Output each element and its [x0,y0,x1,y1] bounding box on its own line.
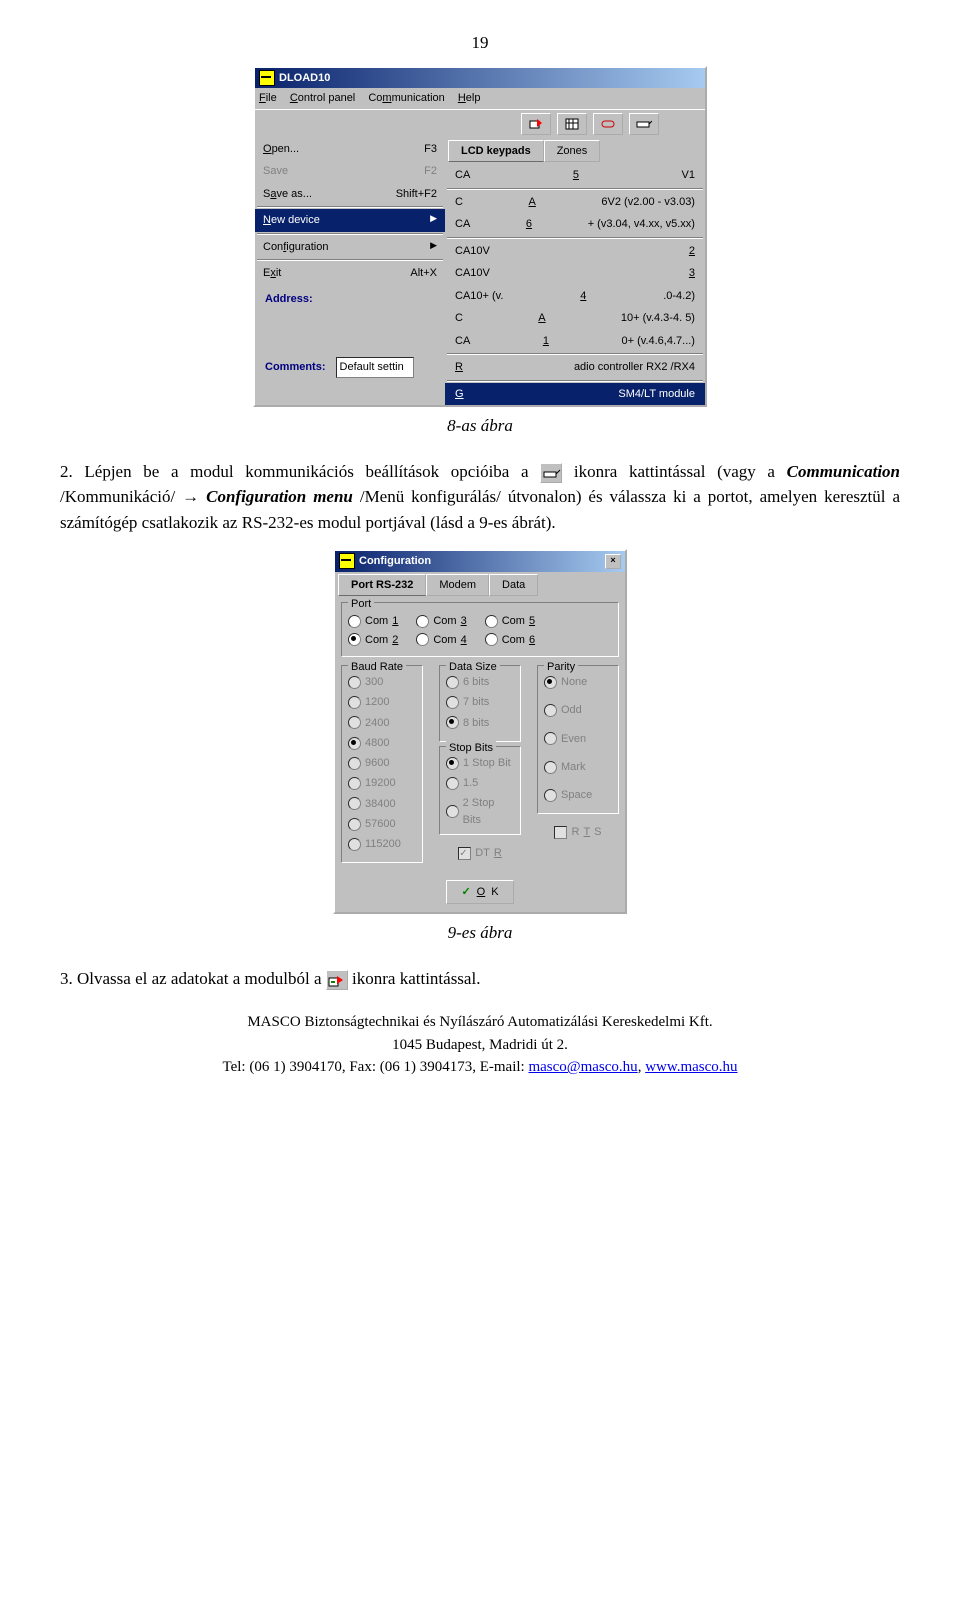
radio-9600: 9600 [348,755,389,772]
radio-com6[interactable]: Com 6 [485,632,535,649]
radio-19200: 19200 [348,775,396,792]
radio-57600: 57600 [348,816,396,833]
radio-115200: 115200 [348,836,401,853]
menu-file[interactable]: File [259,92,277,104]
radio-2400: 2400 [348,715,389,732]
dload10-window: DLOAD10 File Control panel Communication… [253,66,707,408]
radio-38400: 38400 [348,796,396,813]
radio-com3[interactable]: Com 3 [416,613,466,630]
submenu-ca10plus-43[interactable]: CA10+ (v.4.3-4. 5) [445,307,705,330]
titlebar-config: Configuration × [335,551,625,572]
stopbits-group: Stop Bits 1 Stop Bit 1.5 2 Stop Bits [439,746,521,836]
submenu-ca6plus[interactable]: CA6+ (v3.04, v4.xx, v5.xx) [445,213,705,236]
tool-read-icon[interactable] [521,113,551,135]
submenu-gsm4lt[interactable]: GSM4/LT module [445,383,705,406]
submenu-pane: LCD keypads Zones CA5V1 CA6V2 (v2.00 - v… [445,138,705,406]
radio-com2[interactable]: Com 2 [348,632,398,649]
submenu-ca5v1[interactable]: CA5V1 [445,164,705,187]
radio-com5[interactable]: Com 5 [485,613,535,630]
comments-label: Comments: [265,359,326,376]
submenu-ca10v2[interactable]: CA10V2 [445,240,705,263]
submenu-ca10plus-40[interactable]: CA10+ (v.4.0-4.2) [445,285,705,308]
baud-group: Baud Rate 300 1200 2400 4800 9600 19200 … [341,665,423,863]
page-number: 19 [60,30,900,56]
submenu-ca10v3[interactable]: CA10V3 [445,262,705,285]
submenu-radio-rx[interactable]: Radio controller RX2 /RX4 [445,356,705,379]
address-label: Address: [265,291,435,308]
paragraph-3: 3. Olvassa el az adatokat a modulból a i… [60,966,900,992]
configuration-window: Configuration × Port RS-232 Modem Data P… [333,549,627,914]
menu-help[interactable]: Help [458,92,481,104]
check-icon: ✓ [461,884,470,901]
tab-modem[interactable]: Modem [426,574,489,597]
tab-zones[interactable]: Zones [544,140,601,163]
submenu-ca6v2[interactable]: CA6V2 (v2.00 - v3.03) [445,191,705,214]
app-icon [339,553,355,569]
footer-email[interactable]: masco@masco.hu [528,1059,637,1075]
menubar[interactable]: File Control panel Communication Help [255,88,705,109]
radio-space: Space [544,787,592,804]
menu-saveas[interactable]: Save as...Shift+F2 [255,183,445,206]
radio-4800: 4800 [348,735,389,752]
tab-data[interactable]: Data [489,574,538,597]
radio-com4[interactable]: Com 4 [416,632,466,649]
footer: MASCO Biztonságtechnikai és Nyílászáró A… [60,1011,900,1079]
submenu-ca10plus-46[interactable]: CA10+ (v.4.6,4.7...) [445,330,705,353]
footer-site[interactable]: www.masco.hu [645,1059,737,1075]
radio-1stop: 1 Stop Bit [446,755,511,772]
read-icon-inline [326,970,348,990]
tab-port-rs232[interactable]: Port RS-232 [338,574,426,597]
tool-modem-icon[interactable] [629,113,659,135]
port-group: Port Com 1 Com 3 Com 5 Com 2 Com 4 Com 6 [341,602,619,657]
menu-new-device[interactable]: New device▶ [255,209,445,232]
checkbox-dtr: DTR [458,845,502,862]
close-icon[interactable]: × [605,554,621,569]
window-title: DLOAD10 [279,70,330,87]
radio-6bits: 6 bits [446,674,489,691]
radio-1200: 1200 [348,694,389,711]
toolbar [255,109,705,138]
radio-8bits: 8 bits [446,715,489,732]
radio-7bits: 7 bits [446,694,489,711]
figure-8-caption: 8-as ábra [60,413,900,439]
menu-open[interactable]: Open...F3 [255,138,445,161]
menu-save: SaveF2 [255,160,445,183]
figure-9-caption: 9-es ábra [60,920,900,946]
radio-300: 300 [348,674,383,691]
radio-mark: Mark [544,759,585,776]
tab-lcd-keypads[interactable]: LCD keypads [448,140,544,163]
paragraph-2: 2. Lépjen be a modul kommunikációs beáll… [60,459,900,536]
radio-2stop: 2 Stop Bits [446,795,514,828]
menu-controlpanel[interactable]: Control panel [290,92,355,104]
radio-even: Even [544,731,586,748]
menu-communication[interactable]: Communication [368,92,444,104]
config-title: Configuration [359,553,431,570]
parity-group: Parity None Odd Even Mark Space [537,665,619,814]
file-dropdown: Open...F3 SaveF2 Save as...Shift+F2 New … [255,138,445,406]
tool-keypad-icon[interactable] [557,113,587,135]
menu-exit[interactable]: ExitAlt+X [255,262,445,285]
radio-none: None [544,674,587,691]
radio-15stop: 1.5 [446,775,478,792]
titlebar: DLOAD10 [255,68,705,89]
comments-field[interactable]: Default settin [336,357,414,378]
ok-button[interactable]: ✓OK [446,880,513,905]
modem-icon-inline [540,463,562,483]
menu-configuration[interactable]: Configuration▶ [255,236,445,259]
datasize-group: Data Size 6 bits 7 bits 8 bits [439,665,521,742]
app-icon [259,70,275,86]
checkbox-rts: RTS [554,824,601,841]
radio-com1[interactable]: Com 1 [348,613,398,630]
radio-odd: Odd [544,702,582,719]
tool-disk-icon[interactable] [593,113,623,135]
